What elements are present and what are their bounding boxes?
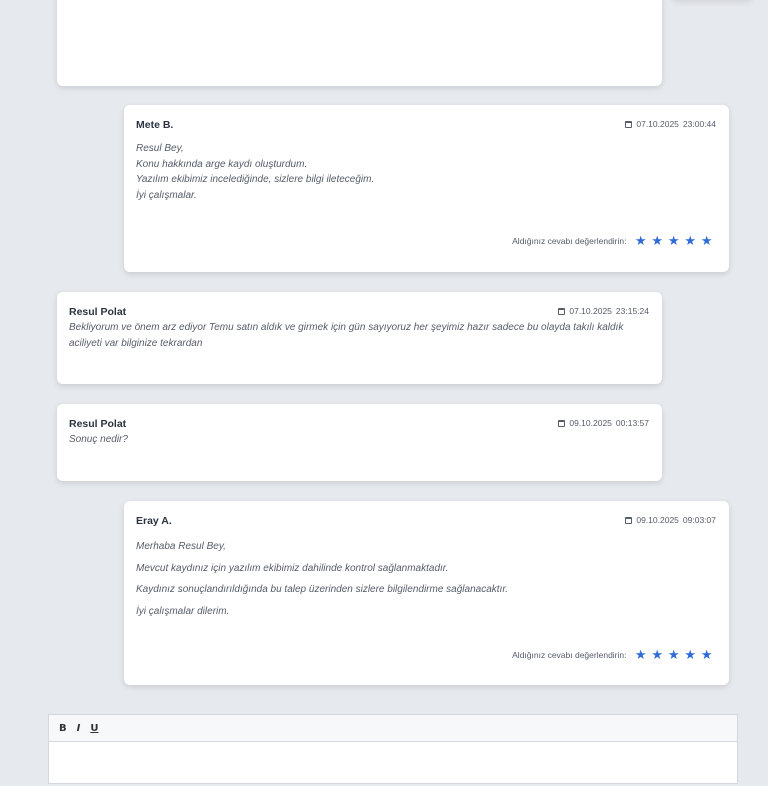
italic-button[interactable]: I xyxy=(77,723,81,734)
calendar-icon xyxy=(625,516,633,524)
message-time: 09:03:07 xyxy=(682,515,716,525)
message-author: Resul Polat xyxy=(69,306,127,318)
message-time: 23:00:44 xyxy=(682,119,716,129)
message-line: Merhaba Resul Bey, xyxy=(136,541,226,552)
message-date: 07.10.2025 xyxy=(569,306,612,316)
message-author: Resul Polat xyxy=(69,418,127,430)
underline-button[interactable]: U xyxy=(90,723,98,734)
message-timestamp: 07.10.2025 23:00:44 xyxy=(625,119,716,129)
reply-editor: B I U xyxy=(48,714,738,784)
message-line: İyi çalışmalar dilerim. xyxy=(136,605,230,617)
calendar-icon xyxy=(558,307,566,315)
star-icon[interactable]: ★ xyxy=(633,234,650,247)
message-card-customer: Resul Polat 09.10.2025 00:13:57 Sonuç ne… xyxy=(57,404,662,481)
star-icon[interactable]: ★ xyxy=(666,234,683,247)
message-author: Mete B. xyxy=(136,119,174,131)
rating-row: Aldığınız cevabı değerlendirin: ★ ★ ★ ★ … xyxy=(512,648,715,661)
message-line: Yazılım ekibimiz incelediğinde, sizlere … xyxy=(136,174,375,185)
message-body: Sonuç nedir? xyxy=(69,432,648,448)
message-timestamp: 07.10.2025 23:15:24 xyxy=(558,306,649,316)
message-date: 09.10.2025 xyxy=(636,515,679,525)
star-icon[interactable]: ★ xyxy=(682,648,699,661)
star-icon[interactable]: ★ xyxy=(633,648,650,661)
message-card-staff: Mete B. 07.10.2025 23:00:44 Resul Bey, K… xyxy=(124,105,729,272)
editor-toolbar: B I U xyxy=(49,715,737,742)
message-line: Resul Bey, xyxy=(136,143,184,154)
rating-label: Aldığınız cevabı değerlendirin: xyxy=(512,235,627,246)
star-icon[interactable]: ★ xyxy=(682,234,699,247)
message-time: 00:13:57 xyxy=(615,418,649,428)
message-line: Bekliyorum ve önem arz ediyor Temu satın… xyxy=(69,322,624,349)
message-body: Merhaba Resul Bey, Mevcut kaydınız için … xyxy=(136,536,715,622)
message-line: Sonuç nedir? xyxy=(69,434,128,445)
editor-content-area[interactable] xyxy=(49,742,737,786)
message-timestamp: 09.10.2025 00:13:57 xyxy=(558,418,649,428)
message-line: İyi çalışmalar. xyxy=(136,189,197,201)
rating-label: Aldığınız cevabı değerlendirin: xyxy=(512,649,627,660)
bold-button[interactable]: B xyxy=(59,723,67,734)
message-card-staff: Eray A. 09.10.2025 09:03:07 Merhaba Resu… xyxy=(124,501,729,685)
message-body: Resul Bey, Konu hakkında arge kaydı oluş… xyxy=(136,141,715,203)
previous-message-card xyxy=(57,0,662,86)
message-line: Kaydınız sonuçlandırıldığında bu talep ü… xyxy=(136,584,509,595)
message-timestamp: 09.10.2025 09:03:07 xyxy=(625,515,716,525)
message-body: Bekliyorum ve önem arz ediyor Temu satın… xyxy=(69,320,638,351)
message-date: 09.10.2025 xyxy=(569,418,612,428)
calendar-icon xyxy=(625,120,633,128)
star-icon[interactable]: ★ xyxy=(699,234,716,247)
rating-row: Aldığınız cevabı değerlendirin: ★ ★ ★ ★ … xyxy=(512,234,715,247)
message-author: Eray A. xyxy=(136,515,172,527)
star-icon[interactable]: ★ xyxy=(699,648,716,661)
message-time: 23:15:24 xyxy=(615,306,649,316)
star-icon[interactable]: ★ xyxy=(666,648,683,661)
calendar-icon xyxy=(558,419,566,427)
star-icon[interactable]: ★ xyxy=(649,648,666,661)
message-line: Konu hakkında arge kaydı oluşturdum. xyxy=(136,158,308,170)
message-card-customer: Resul Polat 07.10.2025 23:15:24 Bekliyor… xyxy=(57,292,662,384)
star-icon[interactable]: ★ xyxy=(649,234,666,247)
message-date: 07.10.2025 xyxy=(636,119,679,129)
message-line: Mevcut kaydınız için yazılım ekibimiz da… xyxy=(136,562,449,574)
